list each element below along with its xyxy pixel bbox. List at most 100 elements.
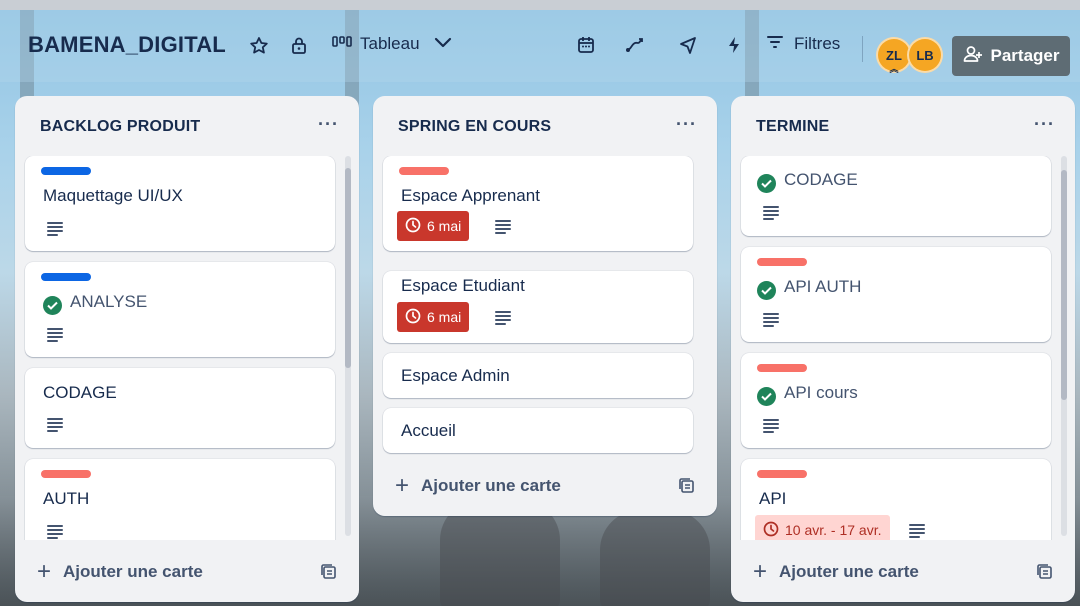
share-button[interactable]: Partager	[952, 36, 1070, 76]
list-backlog-produit: BACKLOG PRODUIT ··· Maquettage UI/UX ANA…	[15, 96, 359, 602]
chevron-down-icon	[434, 34, 452, 54]
plus-icon: +	[395, 472, 410, 499]
plus-icon: +	[753, 558, 768, 585]
add-card-label: Ajouter une carte	[63, 562, 203, 581]
lightning-icon[interactable]	[727, 36, 741, 54]
card-title: API AUTH	[757, 277, 861, 300]
card[interactable]: CODAGE	[25, 368, 335, 448]
card-title-text: CODAGE	[784, 170, 858, 189]
add-card-button[interactable]: + Ajouter une carte	[37, 558, 203, 585]
automation-icon[interactable]	[625, 36, 645, 54]
label-red[interactable]	[757, 364, 807, 372]
card-list: Maquettage UI/UX ANALYSE CODAGE AUTH	[15, 156, 359, 540]
card-title-text: ANALYSE	[70, 292, 148, 311]
board-header: BAMENA_DIGITAL Tableau Filtres ZL ︽ LB P…	[0, 10, 1080, 82]
card-title: Accueil	[401, 421, 456, 440]
check-circle-icon	[757, 387, 776, 406]
lock-icon[interactable]	[290, 36, 308, 56]
card[interactable]: CODAGE	[741, 156, 1051, 236]
browser-top-strip	[0, 0, 1080, 10]
star-icon[interactable]	[249, 36, 269, 56]
list-title[interactable]: BACKLOG PRODUIT	[40, 118, 200, 136]
card-title: CODAGE	[43, 383, 117, 402]
list-menu-icon[interactable]: ···	[676, 114, 697, 135]
share-label: Partager	[990, 46, 1060, 65]
card-title: Maquettage UI/UX	[43, 186, 183, 205]
card[interactable]: API 10 avr. - 17 avr.	[741, 459, 1051, 540]
description-icon	[495, 311, 511, 325]
avatar-initials: LB	[916, 47, 934, 63]
description-icon	[47, 328, 63, 342]
card[interactable]: API cours	[741, 353, 1051, 448]
add-card-button[interactable]: + Ajouter une carte	[395, 472, 561, 499]
list-title[interactable]: SPRING EN COURS	[398, 118, 551, 136]
list-menu-icon[interactable]: ···	[318, 114, 339, 135]
card-title-text: API AUTH	[784, 277, 862, 296]
filter-icon	[766, 34, 784, 54]
avatar[interactable]: LB	[907, 37, 943, 73]
label-blue[interactable]	[41, 273, 91, 281]
description-icon	[47, 525, 63, 539]
card-title: CODAGE	[757, 170, 858, 193]
admin-chevron-icon: ︽	[889, 64, 899, 74]
filter-button[interactable]: Filtres	[766, 34, 840, 54]
card[interactable]: Espace Etudiant 6 mai	[383, 271, 693, 343]
add-card-label: Ajouter une carte	[421, 476, 561, 495]
list-menu-icon[interactable]: ···	[1034, 114, 1055, 135]
add-card-button[interactable]: + Ajouter une carte	[753, 558, 919, 585]
list-header: BACKLOG PRODUIT ···	[15, 96, 359, 156]
label-red[interactable]	[757, 470, 807, 478]
clock-icon	[405, 217, 421, 236]
add-user-icon	[963, 45, 983, 68]
card-list: Espace Apprenant 6 mai Espace Etudiant 6…	[373, 156, 717, 456]
list-termine: TERMINE ··· CODAGE API AUTH API cours AP…	[731, 96, 1075, 602]
due-date-text: 6 mai	[427, 309, 462, 325]
card[interactable]: Maquettage UI/UX	[25, 156, 335, 251]
clock-icon	[763, 521, 779, 540]
card-title: ANALYSE	[43, 292, 147, 315]
clock-icon	[405, 308, 421, 327]
board-view-icon	[332, 34, 352, 54]
view-label: Tableau	[360, 34, 420, 53]
list-header: SPRING EN COURS ···	[373, 96, 717, 156]
label-blue[interactable]	[41, 167, 91, 175]
card[interactable]: API AUTH	[741, 247, 1051, 342]
scrollbar[interactable]	[345, 156, 351, 536]
description-icon	[47, 222, 63, 236]
template-icon[interactable]	[321, 564, 337, 585]
board-title[interactable]: BAMENA_DIGITAL	[28, 32, 226, 58]
card[interactable]: Espace Admin	[383, 353, 693, 398]
template-icon[interactable]	[1037, 564, 1053, 585]
scrollbar[interactable]	[1061, 156, 1067, 536]
card-title: AUTH	[43, 489, 90, 508]
plus-icon: +	[37, 558, 52, 585]
label-red[interactable]	[399, 167, 449, 175]
card[interactable]: ANALYSE	[25, 262, 335, 357]
check-circle-icon	[757, 281, 776, 300]
due-date-badge[interactable]: 6 mai	[397, 211, 470, 241]
card-list: CODAGE API AUTH API cours API 10 avr. - …	[731, 156, 1075, 540]
view-switcher-button[interactable]: Tableau	[332, 34, 452, 54]
label-red[interactable]	[757, 258, 807, 266]
description-icon	[763, 313, 779, 327]
description-icon	[495, 220, 511, 234]
rocket-icon[interactable]	[679, 35, 697, 55]
add-card-label: Ajouter une carte	[779, 562, 919, 581]
card-title: API cours	[757, 383, 858, 406]
list-title[interactable]: TERMINE	[756, 118, 829, 136]
template-icon[interactable]	[679, 478, 695, 499]
description-icon	[47, 418, 63, 432]
card[interactable]: Accueil	[383, 408, 693, 453]
card[interactable]: AUTH	[25, 459, 335, 540]
card-title: Espace Apprenant	[401, 186, 540, 205]
card-title: Espace Admin	[401, 366, 510, 385]
card-title: API	[759, 489, 787, 508]
calendar-icon[interactable]	[577, 36, 595, 54]
list-header: TERMINE ···	[731, 96, 1075, 156]
filter-label: Filtres	[794, 34, 841, 53]
list-spring-en-cours: SPRING EN COURS ··· Espace Apprenant 6 m…	[373, 96, 717, 516]
due-date-badge[interactable]: 10 avr. - 17 avr.	[755, 515, 890, 540]
card[interactable]: Espace Apprenant 6 mai	[383, 156, 693, 251]
label-red[interactable]	[41, 470, 91, 478]
due-date-badge[interactable]: 6 mai	[397, 302, 470, 332]
